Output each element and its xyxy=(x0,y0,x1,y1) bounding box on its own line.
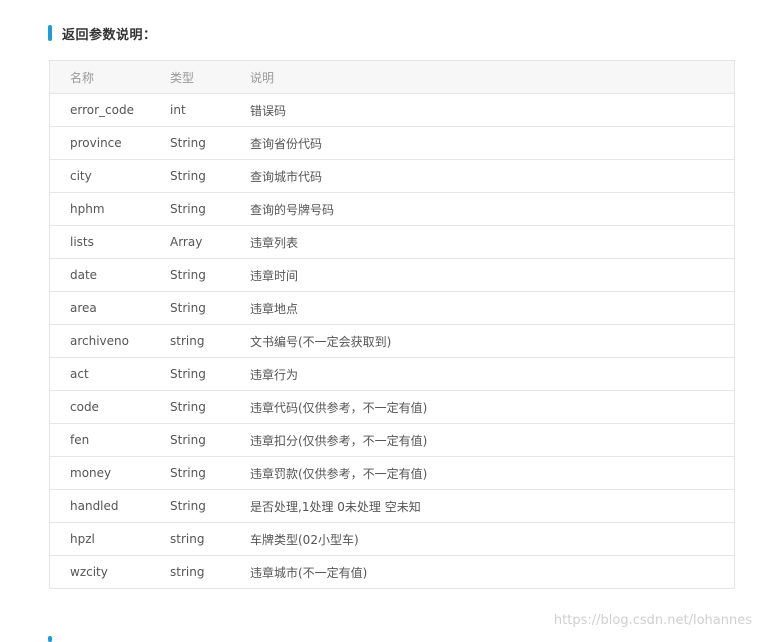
table-row: handled String 是否处理,1处理 0未处理 空未知 xyxy=(49,489,735,523)
param-name: act xyxy=(49,357,170,391)
param-type: String xyxy=(170,357,250,391)
param-desc: 查询的号牌号码 xyxy=(250,192,735,226)
next-section-accent-bar xyxy=(48,636,52,642)
watermark: https://blog.csdn.net/lohannes xyxy=(553,613,752,628)
table-row: area String 违章地点 xyxy=(49,291,735,325)
param-name: area xyxy=(49,291,170,325)
param-name: lists xyxy=(49,225,170,259)
table-row: wzcity string 违章城市(不一定有值) xyxy=(49,555,735,589)
table-row: act String 违章行为 xyxy=(49,357,735,391)
return-params-table: 名称 类型 说明 error_code int 错误码 province Str… xyxy=(49,60,735,589)
param-desc: 违章罚款(仅供参考，不一定有值) xyxy=(250,456,735,490)
table-row: city String 查询城市代码 xyxy=(49,159,735,193)
section-title: 返回参数说明： xyxy=(62,27,157,43)
param-type: String xyxy=(170,489,250,523)
section-header: 返回参数说明： xyxy=(48,24,157,43)
param-desc: 文书编号(不一定会获取到) xyxy=(250,324,735,358)
param-desc: 违章列表 xyxy=(250,225,735,259)
table-row: money String 违章罚款(仅供参考，不一定有值) xyxy=(49,456,735,490)
param-type: int xyxy=(170,93,250,127)
header-desc: 说明 xyxy=(250,60,735,94)
param-desc: 违章代码(仅供参考，不一定有值) xyxy=(250,390,735,424)
param-type: String xyxy=(170,159,250,193)
table-row: province String 查询省份代码 xyxy=(49,126,735,160)
param-desc: 违章行为 xyxy=(250,357,735,391)
param-type: string xyxy=(170,522,250,556)
param-type: string xyxy=(170,555,250,589)
param-name: handled xyxy=(49,489,170,523)
param-name: archiveno xyxy=(49,324,170,358)
section-accent-bar xyxy=(48,25,52,41)
param-type: Array xyxy=(170,225,250,259)
header-name: 名称 xyxy=(49,60,170,94)
param-desc: 违章扣分(仅供参考，不一定有值) xyxy=(250,423,735,457)
param-desc: 查询城市代码 xyxy=(250,159,735,193)
param-type: String xyxy=(170,126,250,160)
param-name: error_code xyxy=(49,93,170,127)
header-type: 类型 xyxy=(170,60,250,94)
param-name: hphm xyxy=(49,192,170,226)
param-type: String xyxy=(170,258,250,292)
param-name: money xyxy=(49,456,170,490)
param-desc: 违章地点 xyxy=(250,291,735,325)
param-desc: 违章城市(不一定有值) xyxy=(250,555,735,589)
param-desc: 违章时间 xyxy=(250,258,735,292)
param-name: hpzl xyxy=(49,522,170,556)
param-type: String xyxy=(170,423,250,457)
param-type: String xyxy=(170,291,250,325)
table-row: fen String 违章扣分(仅供参考，不一定有值) xyxy=(49,423,735,457)
param-type: String xyxy=(170,192,250,226)
param-type: String xyxy=(170,390,250,424)
table-row: date String 违章时间 xyxy=(49,258,735,292)
param-name: wzcity xyxy=(49,555,170,589)
param-type: string xyxy=(170,324,250,358)
param-desc: 是否处理,1处理 0未处理 空未知 xyxy=(250,489,735,523)
table-row: code String 违章代码(仅供参考，不一定有值) xyxy=(49,390,735,424)
param-name: city xyxy=(49,159,170,193)
param-desc: 错误码 xyxy=(250,93,735,127)
param-desc: 车牌类型(02小型车) xyxy=(250,522,735,556)
table-row: archiveno string 文书编号(不一定会获取到) xyxy=(49,324,735,358)
param-name: fen xyxy=(49,423,170,457)
table-row: error_code int 错误码 xyxy=(49,93,735,127)
table-row: lists Array 违章列表 xyxy=(49,225,735,259)
table-header-row: 名称 类型 说明 xyxy=(49,60,735,94)
param-name: code xyxy=(49,390,170,424)
param-type: String xyxy=(170,456,250,490)
param-name: date xyxy=(49,258,170,292)
table-row: hphm String 查询的号牌号码 xyxy=(49,192,735,226)
param-desc: 查询省份代码 xyxy=(250,126,735,160)
table-row: hpzl string 车牌类型(02小型车) xyxy=(49,522,735,556)
param-name: province xyxy=(49,126,170,160)
